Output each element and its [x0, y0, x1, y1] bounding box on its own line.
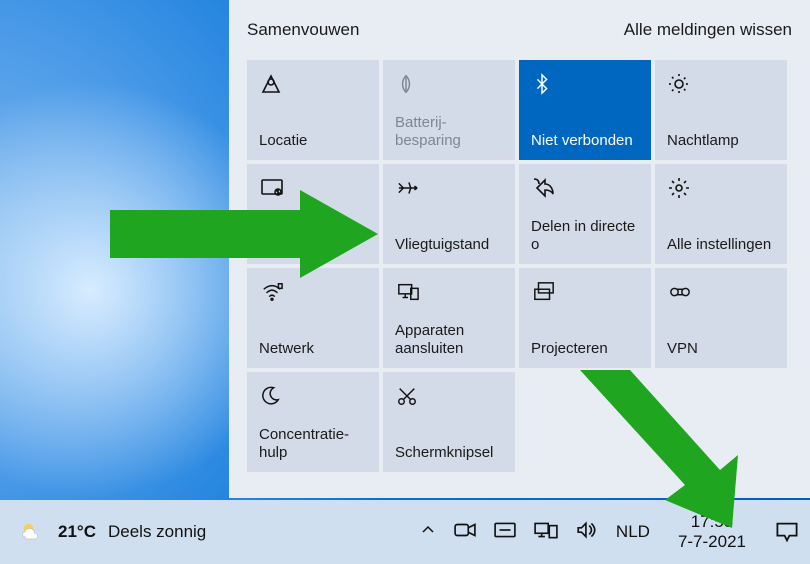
- weather-desc: Deels zonnig: [108, 522, 206, 542]
- clear-notifications-link[interactable]: Alle meldingen wissen: [624, 20, 792, 40]
- language-indicator[interactable]: NLD: [616, 522, 650, 542]
- vpn-icon: [667, 278, 695, 306]
- tile-label: Niet verbonden: [531, 132, 639, 150]
- action-center-header: Samenvouwen Alle meldingen wissen: [247, 0, 792, 60]
- tile-all-settings[interactable]: Alle instellingen: [655, 164, 787, 264]
- tile-location[interactable]: Locatie: [247, 60, 379, 160]
- airplane-icon: [395, 174, 423, 202]
- collapse-link[interactable]: Samenvouwen: [247, 20, 359, 40]
- tile-network[interactable]: Netwerk: [247, 268, 379, 368]
- action-center-button[interactable]: [774, 519, 800, 545]
- tile-vpn[interactable]: VPN: [655, 268, 787, 368]
- tile-nearby-sharing[interactable]: Delen in directe o: [519, 164, 651, 264]
- clock-date: 7-7-2021: [678, 532, 746, 552]
- tile-night-light[interactable]: Nachtlamp: [655, 60, 787, 160]
- snip-icon: [395, 382, 423, 410]
- moon-icon: [259, 382, 287, 410]
- tile-connect-devices[interactable]: Apparaten aansluiten: [383, 268, 515, 368]
- tile-label: Netwerk: [259, 340, 367, 358]
- input-indicator-icon[interactable]: [494, 521, 516, 544]
- tile-label: Projecteren: [531, 340, 639, 358]
- tile-battery-saver[interactable]: Batterij-besparing: [383, 60, 515, 160]
- connect-icon: [395, 278, 423, 306]
- tile-label: Concentratie-hulp: [259, 426, 367, 462]
- brightness-icon: [667, 70, 695, 98]
- weather-temp: 21°C: [58, 522, 96, 542]
- quick-actions-grid: Locatie Batterij-besparing Niet verbonde…: [247, 60, 792, 472]
- project-icon: [531, 278, 559, 306]
- location-icon: [259, 70, 287, 98]
- gear-icon: [667, 174, 695, 202]
- volume-tray-icon[interactable]: [576, 521, 598, 544]
- tile-label: Alle instellingen: [667, 236, 775, 254]
- tile-label: Apparaten aansluiten: [395, 322, 503, 358]
- system-tray: NLD 17:55 7-7-2021: [420, 512, 800, 552]
- tile-label: VPN: [667, 340, 775, 358]
- action-center-panel: Samenvouwen Alle meldingen wissen Locati…: [229, 0, 810, 498]
- tile-label: Tabletmodus: [259, 236, 367, 254]
- taskbar: 21°C Deels zonnig NLD 17:55 7-7-2021: [0, 500, 810, 564]
- meet-now-icon[interactable]: [454, 521, 476, 544]
- tile-label: Batterij-besparing: [395, 114, 503, 150]
- tile-label: Vliegtuigstand: [395, 236, 503, 254]
- taskbar-clock[interactable]: 17:55 7-7-2021: [678, 512, 746, 552]
- clock-time: 17:55: [691, 512, 734, 532]
- tile-project[interactable]: Projecteren: [519, 268, 651, 368]
- tile-label: Locatie: [259, 132, 367, 150]
- weather-icon: [18, 518, 46, 546]
- tile-screen-snip[interactable]: Schermknipsel: [383, 372, 515, 472]
- tile-bluetooth[interactable]: Niet verbonden: [519, 60, 651, 160]
- tile-label: Delen in directe o: [531, 218, 639, 254]
- bluetooth-icon: [531, 70, 559, 98]
- tray-overflow-chevron-icon[interactable]: [420, 522, 436, 543]
- share-icon: [531, 174, 559, 202]
- tile-airplane-mode[interactable]: Vliegtuigstand: [383, 164, 515, 264]
- tile-label: Nachtlamp: [667, 132, 775, 150]
- leaf-icon: [395, 70, 423, 98]
- tablet-icon: [259, 174, 287, 202]
- wifi-icon: [259, 278, 287, 306]
- tile-tablet-mode[interactable]: Tabletmodus: [247, 164, 379, 264]
- tile-label: Schermknipsel: [395, 444, 503, 462]
- network-tray-icon[interactable]: [534, 521, 558, 544]
- weather-widget[interactable]: 21°C Deels zonnig: [18, 518, 206, 546]
- tile-focus-assist[interactable]: Concentratie-hulp: [247, 372, 379, 472]
